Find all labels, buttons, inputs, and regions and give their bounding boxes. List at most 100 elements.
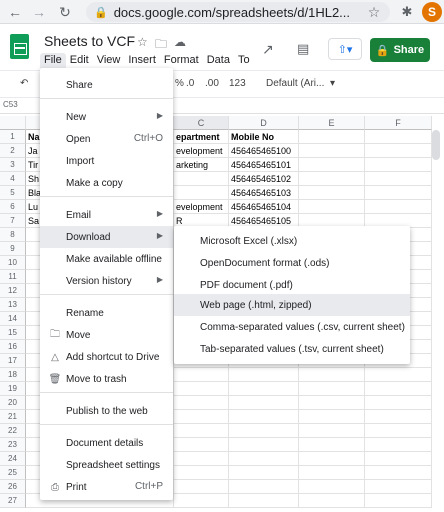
comment-icon[interactable]: ▤ — [297, 41, 309, 57]
grid-cell[interactable] — [174, 382, 229, 396]
file-menu-item-move-to-trash[interactable]: 🗑 Move to trash — [40, 368, 173, 390]
row-header-16[interactable]: 16 — [0, 340, 26, 354]
grid-cell[interactable] — [174, 466, 229, 480]
file-menu-item-email[interactable]: Email ▶ — [40, 204, 173, 226]
grid-cell[interactable]: Mobile No — [229, 130, 299, 144]
file-menu-item-version-history[interactable]: Version history ▶ — [40, 270, 173, 292]
address-bar[interactable]: 🔒 docs.google.com/spreadsheets/d/1HL2... — [86, 2, 390, 22]
download-option-4[interactable]: Comma-separated values (.csv, current sh… — [174, 316, 410, 338]
grid-cell[interactable] — [174, 438, 229, 452]
grid-cell[interactable] — [229, 438, 299, 452]
row-header-13[interactable]: 13 — [0, 298, 26, 312]
file-menu-item-rename[interactable]: Rename — [40, 302, 173, 324]
grid-cell[interactable] — [365, 144, 432, 158]
explore-trend-icon[interactable]: ↗ — [262, 41, 274, 58]
column-header-c[interactable]: C — [174, 116, 229, 130]
star-icon[interactable]: ☆ — [137, 35, 148, 49]
grid-cell[interactable] — [299, 130, 365, 144]
vertical-scrollbar[interactable] — [432, 130, 440, 160]
grid-cell[interactable]: 456465465104 — [229, 200, 299, 214]
file-menu-item-make-a-copy[interactable]: Make a copy — [40, 172, 173, 194]
file-menu-item-new[interactable]: New ▶ — [40, 106, 173, 128]
grid-cell[interactable] — [299, 452, 365, 466]
grid-cell[interactable] — [174, 172, 229, 186]
row-header-22[interactable]: 22 — [0, 424, 26, 438]
extensions-puzzle-icon[interactable]: ✱ — [398, 3, 416, 21]
row-header-11[interactable]: 11 — [0, 270, 26, 284]
grid-cell[interactable] — [299, 200, 365, 214]
grid-cell[interactable] — [174, 480, 229, 494]
grid-cell[interactable] — [229, 424, 299, 438]
row-header-2[interactable]: 2 — [0, 144, 26, 158]
row-header-19[interactable]: 19 — [0, 382, 26, 396]
grid-cell[interactable] — [299, 438, 365, 452]
grid-cell[interactable] — [299, 410, 365, 424]
name-box[interactable]: C53 — [3, 100, 18, 109]
file-menu-item-open[interactable]: Open Ctrl+O — [40, 128, 173, 150]
download-option-0[interactable]: Microsoft Excel (.xlsx) — [174, 230, 410, 252]
font-dropdown-chevron-icon[interactable]: ▾ — [330, 78, 335, 89]
document-title[interactable]: Sheets to VCF — [44, 33, 135, 49]
file-menu-item-publish-to-the-web[interactable]: Publish to the web — [40, 400, 173, 422]
grid-cell[interactable]: arketing — [174, 158, 229, 172]
column-header-d[interactable]: D — [229, 116, 299, 130]
grid-cell[interactable] — [299, 144, 365, 158]
file-menu-item-share[interactable]: Share — [40, 74, 173, 96]
row-header-7[interactable]: 7 — [0, 214, 26, 228]
download-option-1[interactable]: OpenDocument format (.ods) — [174, 252, 410, 274]
grid-cell[interactable] — [174, 396, 229, 410]
grid-cell[interactable] — [229, 382, 299, 396]
grid-cell[interactable] — [299, 396, 365, 410]
font-dropdown[interactable]: Default (Ari... — [266, 78, 324, 89]
grid-cell[interactable] — [365, 424, 432, 438]
corner-header[interactable] — [0, 116, 26, 130]
grid-cell[interactable] — [229, 452, 299, 466]
grid-cell[interactable] — [299, 172, 365, 186]
menu-tools[interactable]: To — [234, 53, 254, 71]
grid-cell[interactable] — [365, 172, 432, 186]
row-header-17[interactable]: 17 — [0, 354, 26, 368]
share-button[interactable]: 🔒 Share — [370, 38, 430, 62]
grid-cell[interactable] — [174, 368, 229, 382]
row-header-10[interactable]: 10 — [0, 256, 26, 270]
grid-cell[interactable] — [299, 368, 365, 382]
grid-cell[interactable] — [365, 368, 432, 382]
grid-cell[interactable] — [299, 494, 365, 508]
download-option-3[interactable]: Web page (.html, zipped) — [174, 294, 410, 316]
grid-cell[interactable] — [229, 480, 299, 494]
row-header-8[interactable]: 8 — [0, 228, 26, 242]
sheets-logo-icon[interactable] — [10, 34, 29, 59]
grid-cell[interactable] — [365, 130, 432, 144]
grid-cell[interactable]: evelopment — [174, 200, 229, 214]
menu-data[interactable]: Data — [203, 53, 234, 71]
row-header-20[interactable]: 20 — [0, 396, 26, 410]
file-menu-item-import[interactable]: Import — [40, 150, 173, 172]
file-menu-item-print[interactable]: ⎙ Print Ctrl+P — [40, 476, 173, 498]
number-format-dropdown[interactable]: 123 — [229, 78, 246, 89]
undo-icon[interactable]: ↶ — [20, 78, 28, 89]
grid-cell[interactable] — [365, 410, 432, 424]
grid-cell[interactable] — [229, 494, 299, 508]
grid-cell[interactable]: 456465465101 — [229, 158, 299, 172]
file-menu-item-make-available-offline[interactable]: Make available offline — [40, 248, 173, 270]
reload-icon[interactable]: ↻ — [56, 3, 74, 21]
file-menu-item-move[interactable]: 🗀 Move — [40, 324, 173, 346]
cloud-status-icon[interactable]: ☁ — [174, 35, 186, 49]
row-header-26[interactable]: 26 — [0, 480, 26, 494]
profile-avatar[interactable]: S — [422, 2, 442, 22]
grid-cell[interactable] — [229, 368, 299, 382]
grid-cell[interactable] — [174, 424, 229, 438]
grid-cell[interactable] — [365, 466, 432, 480]
row-header-6[interactable]: 6 — [0, 200, 26, 214]
column-header-e[interactable]: E — [299, 116, 365, 130]
grid-cell[interactable] — [365, 480, 432, 494]
grid-cell[interactable]: evelopment — [174, 144, 229, 158]
grid-cell[interactable]: 456465465103 — [229, 186, 299, 200]
forward-arrow-icon[interactable]: → — [30, 3, 48, 21]
grid-cell[interactable] — [365, 200, 432, 214]
percent-format-button[interactable]: % — [175, 78, 184, 89]
back-arrow-icon[interactable]: ← — [6, 3, 24, 21]
grid-cell[interactable] — [365, 396, 432, 410]
grid-cell[interactable] — [299, 158, 365, 172]
bookmark-star-icon[interactable]: ☆ — [365, 3, 383, 21]
